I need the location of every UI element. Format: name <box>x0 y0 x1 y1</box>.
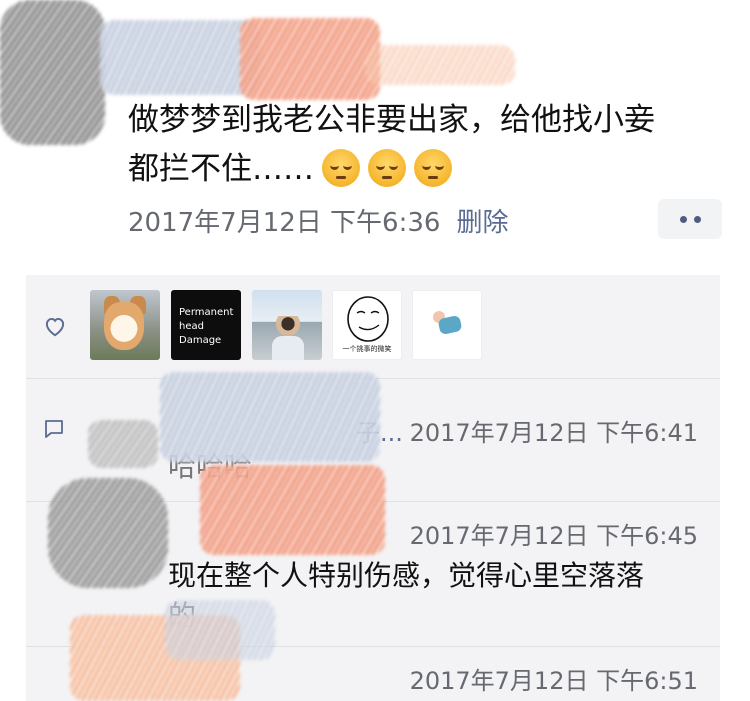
post-text-line2: 都拦不住…… <box>128 151 314 187</box>
person-body <box>272 336 304 360</box>
delete-button[interactable]: 删除 <box>456 202 508 239</box>
cartoon-body <box>437 314 463 336</box>
redacted-name-scribble <box>365 45 515 85</box>
redacted-commenter-scribble <box>165 600 275 660</box>
pensive-emoji-icon <box>414 149 452 187</box>
avatar-text-line: Permanent <box>179 307 234 318</box>
comment-timestamp: 2017年7月12日 下午6:51 <box>409 667 698 695</box>
liker-avatar-person[interactable] <box>252 290 322 360</box>
heart-icon <box>45 317 65 337</box>
liker-avatar-text[interactable]: Permanent head Damage <box>171 290 241 360</box>
comment-timestamp: 2017年7月12日 下午6:45 <box>409 522 698 550</box>
redacted-commenter-scribble <box>200 465 385 555</box>
redacted-commenter-scribble <box>160 372 380 462</box>
redacted-name-scribble <box>240 18 380 100</box>
pensive-emoji-icon <box>368 149 406 187</box>
liker-avatar-cartoon[interactable] <box>412 290 482 360</box>
dot-icon <box>693 215 701 223</box>
post-timestamp: 2017年7月12日 下午6:36 <box>128 207 441 238</box>
comment-timestamp: 2017年7月12日 下午6:41 <box>409 419 698 447</box>
more-options-button[interactable] <box>658 199 722 239</box>
redacted-commenter-avatar <box>88 420 158 468</box>
smirk-face-icon <box>347 296 389 342</box>
redacted-commenter-avatar <box>48 478 168 588</box>
redacted-name-scribble <box>100 20 260 95</box>
avatar-text-line: head <box>179 321 204 332</box>
avatar-text-line: Damage <box>179 335 222 346</box>
post-text-line2-wrapper: 都拦不住…… <box>128 145 728 194</box>
post-text-line1: 做梦梦到我老公非要出家，给他找小妾 <box>128 102 655 138</box>
meme-caption: 一个挑事的微笑 <box>342 345 392 353</box>
likes-row: Permanent head Damage 一个挑事的微笑 <box>26 275 720 379</box>
dog-face <box>104 302 144 350</box>
liker-avatar-meme[interactable]: 一个挑事的微笑 <box>332 290 402 360</box>
post-text: 做梦梦到我老公非要出家，给他找小妾 都拦不住…… <box>128 96 728 194</box>
liker-avatar-dog[interactable] <box>90 290 160 360</box>
redacted-avatar-scribble <box>0 0 105 145</box>
pensive-emoji-icon <box>322 149 360 187</box>
comment-text-line1: 现在整个人特别伤感，觉得心里空落落 <box>168 559 645 592</box>
comment-icon <box>45 420 63 438</box>
post-meta: 2017年7月12日 下午6:36 删除 <box>128 200 508 240</box>
dot-icon <box>679 215 687 223</box>
